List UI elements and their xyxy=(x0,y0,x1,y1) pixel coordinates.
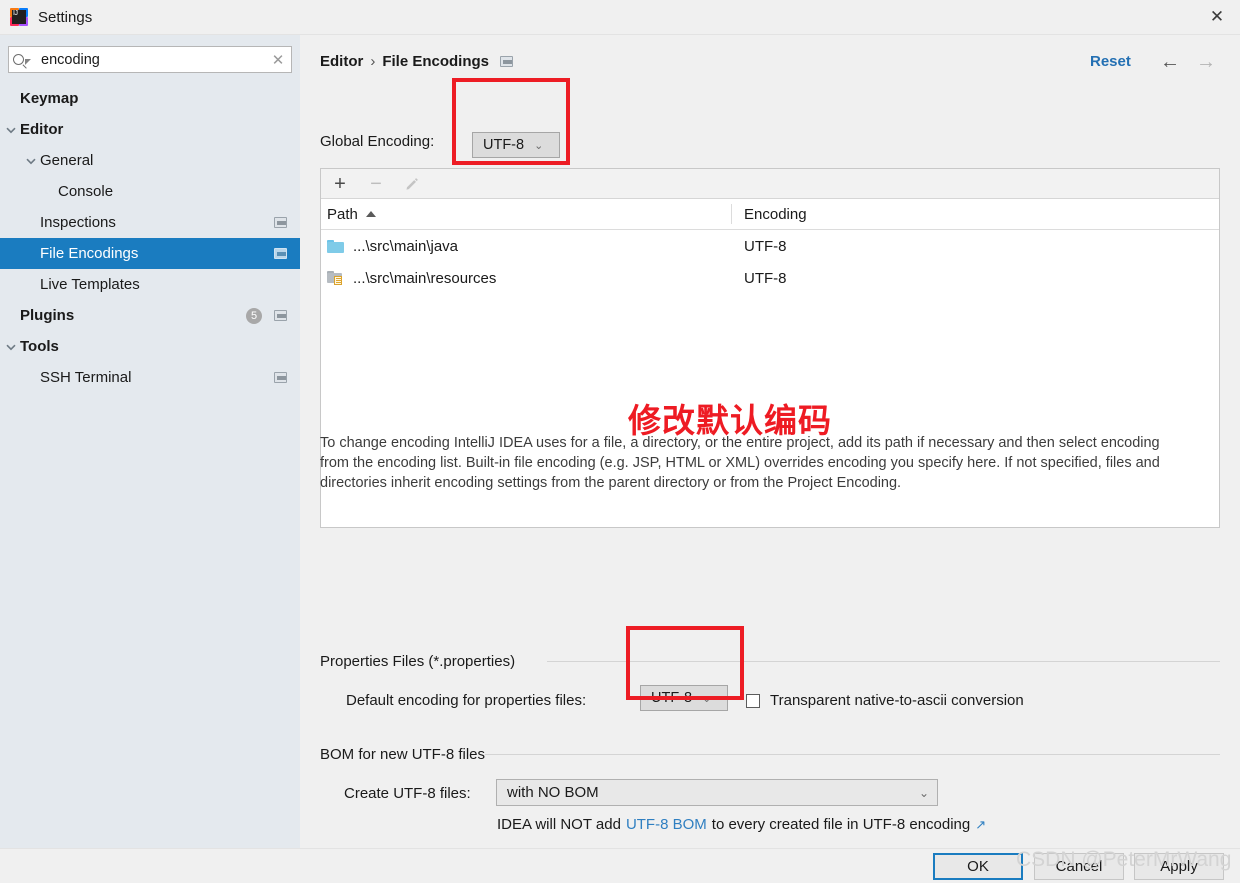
intellij-idea-icon xyxy=(10,8,28,26)
row-path-label: ...\src\main\java xyxy=(353,237,459,255)
sidebar-item-label: Live Templates xyxy=(40,276,140,293)
transparent-conversion-label: Transparent native-to-ascii conversion xyxy=(770,692,1024,709)
project-scope-icon xyxy=(500,56,514,67)
sidebar-item-label: Keymap xyxy=(20,90,79,107)
project-scope-icon xyxy=(274,310,287,321)
bom-hint-prefix: IDEA will NOT add xyxy=(497,816,621,833)
sidebar-item-tools[interactable]: Tools xyxy=(0,331,300,362)
bom-group-title: BOM for new UTF-8 files xyxy=(320,746,486,763)
add-path-button[interactable]: + xyxy=(331,174,349,194)
chevron-down-icon[interactable] xyxy=(4,340,18,354)
sidebar-item-label: Tools xyxy=(20,338,59,355)
sidebar-item-inspections[interactable]: Inspections xyxy=(0,207,300,238)
create-utf8-files-dropdown[interactable]: with NO BOM ⌄ xyxy=(496,779,938,806)
bom-hint-link[interactable]: UTF-8 BOM xyxy=(626,816,707,833)
breadcrumb-leaf: File Encodings xyxy=(382,53,490,70)
project-scope-icon xyxy=(274,372,287,383)
sidebar-item-label: Plugins xyxy=(20,307,75,324)
close-icon[interactable]: ✕ xyxy=(1194,0,1240,34)
bom-hint-line: IDEA will NOT add UTF-8 BOM to every cre… xyxy=(497,816,986,833)
bom-group-divider xyxy=(485,754,1220,755)
ok-button[interactable]: OK xyxy=(933,853,1023,880)
row-encoding-cell[interactable]: UTF-8 xyxy=(731,238,787,255)
column-header-path-label: Path xyxy=(327,205,358,223)
project-scope-icon xyxy=(274,217,287,228)
create-utf8-files-label: Create UTF-8 files: xyxy=(344,785,471,802)
settings-tree: Keymap Editor General Console Inspections Fil… xyxy=(0,83,300,393)
remove-path-button[interactable]: − xyxy=(367,174,385,194)
row-path-cell: ...\src\main\java xyxy=(321,238,731,255)
column-header-encoding[interactable]: Encoding xyxy=(732,206,807,223)
pencil-icon[interactable] xyxy=(403,175,421,193)
search-icon[interactable] xyxy=(9,47,35,72)
create-utf8-files-row: Create UTF-8 files: xyxy=(344,785,471,802)
search-box[interactable]: ✕ xyxy=(8,46,292,73)
clear-search-icon[interactable]: ✕ xyxy=(265,47,291,72)
folder-icon xyxy=(327,239,344,253)
column-header-encoding-label: Encoding xyxy=(744,205,807,223)
sidebar-item-label: Editor xyxy=(20,121,64,138)
sidebar-item-label: Inspections xyxy=(40,214,116,231)
sidebar-item-live-templates[interactable]: Live Templates xyxy=(0,269,300,300)
sidebar-item-plugins[interactable]: Plugins 5 xyxy=(0,300,300,331)
properties-group-title: Properties Files (*.properties) xyxy=(320,653,516,670)
chevron-down-icon[interactable] xyxy=(4,123,18,137)
encoding-table-toolbar: + − xyxy=(321,169,1219,199)
create-utf8-files-value: with NO BOM xyxy=(507,784,599,801)
table-row[interactable]: ...\src\main\resources UTF-8 xyxy=(321,262,1219,294)
breadcrumb-separator: › xyxy=(370,53,376,70)
cancel-button[interactable]: Cancel xyxy=(1034,853,1124,880)
encoding-table-header: Path Encoding xyxy=(321,199,1219,230)
sidebar-item-editor[interactable]: Editor xyxy=(0,114,300,145)
chevron-down-icon: ⌄ xyxy=(918,785,929,800)
annotation-highlight-encodings xyxy=(452,78,570,165)
settings-dialog: Settings ✕ ✕ Keymap Editor General Console I… xyxy=(0,0,1240,883)
global-encoding-row: Global Encoding: xyxy=(320,133,434,150)
sidebar-item-ssh-terminal[interactable]: SSH Terminal xyxy=(0,362,300,393)
annotation-highlight-properties xyxy=(626,626,744,700)
sidebar-item-label: Console xyxy=(58,183,114,200)
row-path-cell: ...\src\main\resources xyxy=(321,270,731,287)
settings-main-panel: Editor › File Encodings Reset ← → Global… xyxy=(300,35,1240,848)
settings-sidebar: ✕ Keymap Editor General Console Inspections F… xyxy=(0,35,300,883)
transparent-conversion-checkbox[interactable] xyxy=(746,693,760,708)
sidebar-item-general[interactable]: General xyxy=(0,145,300,176)
default-properties-encoding-row: Default encoding for properties files: xyxy=(346,692,586,709)
sort-ascending-icon xyxy=(365,211,376,217)
dialog-footer: OK Cancel Apply xyxy=(0,848,1240,883)
resources-folder-icon xyxy=(327,271,344,285)
reset-button[interactable]: Reset xyxy=(1090,53,1131,70)
column-header-path[interactable]: Path xyxy=(321,206,731,223)
apply-button[interactable]: Apply xyxy=(1134,853,1224,880)
back-arrow-icon[interactable]: ← xyxy=(1156,51,1184,73)
project-scope-icon xyxy=(274,248,287,259)
sidebar-item-label: File Encodings xyxy=(40,245,139,262)
row-encoding-cell[interactable]: UTF-8 xyxy=(731,270,787,287)
sidebar-item-badge: 5 xyxy=(246,308,262,324)
default-properties-encoding-label: Default encoding for properties files: xyxy=(346,692,587,709)
sidebar-item-keymap[interactable]: Keymap xyxy=(0,83,300,114)
forward-arrow-icon[interactable]: → xyxy=(1192,51,1220,73)
row-path-label: ...\src\main\resources xyxy=(353,269,497,287)
chevron-down-icon[interactable] xyxy=(24,154,38,168)
sidebar-item-label: SSH Terminal xyxy=(40,369,132,386)
encoding-description: To change encoding IntelliJ IDEA uses fo… xyxy=(320,435,1160,491)
window-title: Settings xyxy=(38,8,93,26)
external-link-icon[interactable]: ↗ xyxy=(975,817,986,833)
bom-hint-suffix: to every created file in UTF-8 encoding xyxy=(711,816,971,833)
breadcrumb-root[interactable]: Editor xyxy=(320,53,363,70)
sidebar-item-console[interactable]: Console xyxy=(0,176,300,207)
table-row[interactable]: ...\src\main\java UTF-8 xyxy=(321,230,1219,262)
sidebar-item-label: General xyxy=(40,152,94,169)
transparent-conversion-row[interactable]: Transparent native-to-ascii conversion xyxy=(746,692,1024,709)
breadcrumb: Editor › File Encodings xyxy=(320,53,514,70)
sidebar-item-file-encodings[interactable]: File Encodings xyxy=(0,238,300,269)
global-encoding-label: Global Encoding: xyxy=(320,133,435,150)
search-input[interactable] xyxy=(35,51,265,68)
title-bar: Settings ✕ xyxy=(0,0,1240,35)
